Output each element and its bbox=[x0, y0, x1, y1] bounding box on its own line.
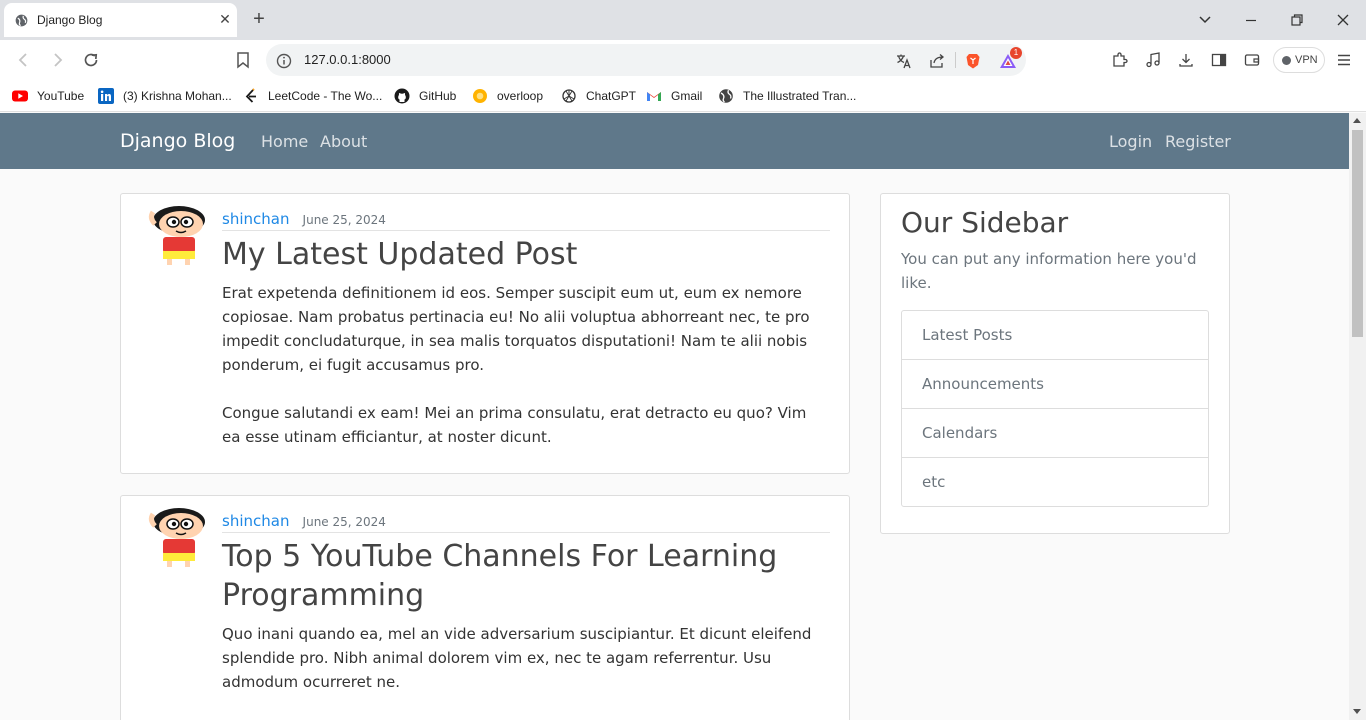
bookmark-illustrated[interactable]: The Illustrated Tran... bbox=[718, 86, 856, 106]
post-meta: shinchan June 25, 2024 bbox=[222, 511, 830, 533]
new-tab-button[interactable]: + bbox=[250, 9, 268, 29]
bookmark-icon[interactable] bbox=[233, 50, 253, 70]
sidebar-card: Our Sidebar You can put any information … bbox=[880, 193, 1230, 534]
scroll-thumb[interactable] bbox=[1352, 130, 1363, 337]
post-paragraph: Congue salutandi ex eam! Mei an prima co… bbox=[222, 404, 807, 446]
vpn-label: VPN bbox=[1295, 54, 1318, 66]
post-author-link[interactable]: shinchan bbox=[222, 210, 289, 228]
tab-title: Django Blog bbox=[37, 13, 103, 27]
post-card: shinchan June 25, 2024 Top 5 YouTube Cha… bbox=[120, 495, 850, 720]
post-date: June 25, 2024 bbox=[302, 213, 386, 227]
menu-icon[interactable] bbox=[1335, 51, 1353, 69]
sidebar-item-latest-posts[interactable]: Latest Posts bbox=[902, 311, 1208, 359]
browser-tab[interactable]: Django Blog ✕ bbox=[4, 3, 237, 37]
sidebar-item-etc[interactable]: etc bbox=[902, 457, 1208, 506]
bookmark-label: ChatGPT bbox=[586, 89, 637, 103]
post-title-line: Top 5 YouTube Channels For Learning bbox=[222, 539, 778, 574]
page-scrollbar[interactable] bbox=[1349, 113, 1366, 720]
bookmark-label: GitHub bbox=[419, 89, 457, 103]
tab-close-icon[interactable]: ✕ bbox=[217, 12, 233, 28]
wallet-icon[interactable] bbox=[1243, 51, 1261, 69]
bookmark-label: Gmail bbox=[671, 89, 703, 103]
sidebar-toggle-icon[interactable] bbox=[1210, 51, 1228, 69]
page-viewport: Django Blog Home About Login Register sh… bbox=[0, 113, 1349, 720]
reload-icon[interactable] bbox=[81, 50, 101, 70]
post-paragraph: Quo inani quando ea, mel an vide adversa… bbox=[222, 625, 812, 691]
leetcode-icon bbox=[245, 88, 256, 103]
globe-icon bbox=[719, 89, 733, 103]
linkedin-icon bbox=[98, 88, 114, 104]
rewards-badge: 1 bbox=[1010, 47, 1022, 59]
divider bbox=[955, 52, 956, 68]
tab-strip: Django Blog ✕ + bbox=[0, 0, 1366, 40]
media-icon[interactable] bbox=[1144, 51, 1162, 69]
site-navbar: Django Blog Home About Login Register bbox=[0, 113, 1349, 169]
post-content: Erat expetenda definitionem id eos. Semp… bbox=[222, 281, 827, 473]
vpn-button[interactable]: VPN bbox=[1273, 47, 1325, 73]
nav-home-link[interactable]: Home bbox=[261, 132, 308, 151]
vpn-status-icon bbox=[1282, 56, 1291, 65]
sidebar-item-announcements[interactable]: Announcements bbox=[902, 359, 1208, 408]
post-content: Quo inani quando ea, mel an vide adversa… bbox=[222, 622, 827, 718]
post-card: shinchan June 25, 2024 My Latest Updated… bbox=[120, 193, 850, 474]
sidebar-description: You can put any information here you'd l… bbox=[901, 250, 1197, 292]
bookmark-github[interactable]: GitHub bbox=[394, 86, 456, 106]
url-text[interactable]: 127.0.0.1:8000 bbox=[304, 52, 391, 67]
site-brand[interactable]: Django Blog bbox=[120, 130, 235, 152]
post-meta: shinchan June 25, 2024 bbox=[222, 209, 830, 231]
bookmark-leetcode[interactable]: LeetCode - The Wo... bbox=[243, 86, 382, 106]
download-icon[interactable] bbox=[1177, 51, 1195, 69]
sidebar-item-calendars[interactable]: Calendars bbox=[902, 408, 1208, 457]
post-title-link[interactable]: My Latest Updated Post bbox=[222, 235, 577, 274]
bookmark-label: YouTube bbox=[37, 89, 85, 103]
bookmark-youtube[interactable]: YouTube bbox=[12, 86, 84, 106]
overloop-icon bbox=[473, 89, 487, 103]
author-avatar[interactable] bbox=[145, 204, 207, 269]
translate-icon[interactable] bbox=[895, 52, 913, 70]
address-bar[interactable]: 127.0.0.1:8000 1 bbox=[266, 44, 1026, 76]
sidebar-title: Our Sidebar bbox=[901, 206, 1069, 239]
bookmark-gmail[interactable]: Gmail bbox=[646, 86, 702, 106]
author-avatar[interactable] bbox=[145, 506, 207, 571]
browser-toolbar: 127.0.0.1:8000 1 VPN bbox=[0, 40, 1366, 80]
scroll-up-icon[interactable] bbox=[1353, 118, 1361, 123]
nav-login-link[interactable]: Login bbox=[1109, 132, 1152, 151]
tab-search-icon[interactable] bbox=[1196, 11, 1214, 29]
bookmark-label: The Illustrated Tran... bbox=[743, 89, 857, 103]
post-paragraph: Erat expetenda definitionem id eos. Semp… bbox=[222, 284, 810, 374]
bookmark-overloop[interactable]: overloop bbox=[472, 86, 543, 106]
brave-shields-icon[interactable] bbox=[964, 52, 982, 70]
post-title-line: Programming bbox=[222, 578, 425, 613]
nav-about-link[interactable]: About bbox=[320, 132, 367, 151]
globe-icon bbox=[15, 14, 28, 27]
scroll-down-icon[interactable] bbox=[1353, 709, 1361, 714]
extensions-icon[interactable] bbox=[1111, 51, 1129, 69]
bookmark-label: (3) Krishna Mohan... bbox=[123, 89, 232, 103]
share-icon[interactable] bbox=[928, 52, 946, 70]
bookmark-linkedin[interactable]: (3) Krishna Mohan... bbox=[98, 86, 232, 106]
post-title-link[interactable]: Top 5 YouTube Channels For Learning Prog… bbox=[222, 537, 777, 615]
youtube-icon bbox=[12, 90, 28, 102]
minimize-icon[interactable] bbox=[1242, 11, 1260, 29]
close-window-icon[interactable] bbox=[1334, 11, 1352, 29]
gmail-icon bbox=[647, 92, 661, 101]
sidebar-list: Latest Posts Announcements Calendars etc bbox=[901, 310, 1209, 507]
bookmark-label: LeetCode - The Wo... bbox=[268, 89, 383, 103]
github-icon bbox=[394, 88, 410, 104]
chatgpt-icon bbox=[562, 89, 576, 103]
post-date: June 25, 2024 bbox=[302, 515, 386, 529]
forward-icon[interactable] bbox=[47, 50, 67, 70]
bookmarks-bar: YouTube (3) Krishna Mohan... LeetCode - … bbox=[0, 80, 1366, 112]
back-icon[interactable] bbox=[14, 50, 34, 70]
site-info-icon[interactable] bbox=[275, 52, 293, 70]
bookmark-label: overloop bbox=[497, 89, 544, 103]
bookmark-chatgpt[interactable]: ChatGPT bbox=[561, 86, 636, 106]
nav-register-link[interactable]: Register bbox=[1165, 132, 1231, 151]
post-author-link[interactable]: shinchan bbox=[222, 512, 289, 530]
restore-icon[interactable] bbox=[1288, 11, 1306, 29]
